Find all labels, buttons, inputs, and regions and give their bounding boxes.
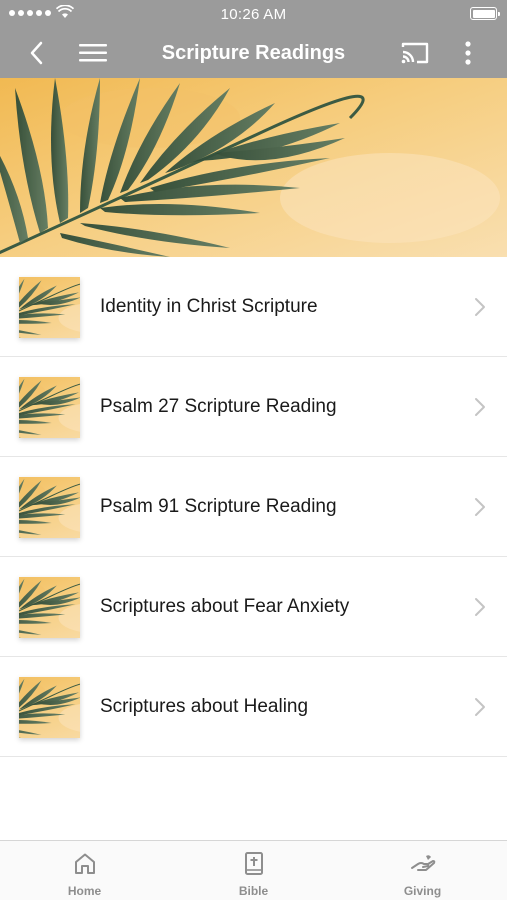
status-bar: 10:26 AM <box>0 0 507 28</box>
list-item-fear-anxiety[interactable]: Scriptures about Fear Anxiety <box>0 557 507 657</box>
list-item-label: Psalm 27 Scripture Reading <box>100 396 337 417</box>
chevron-right-icon <box>475 398 485 416</box>
tab-giving[interactable]: Giving <box>338 841 507 900</box>
cast-icon <box>401 42 429 64</box>
list-item-healing[interactable]: Scriptures about Healing <box>0 657 507 757</box>
nav-bar: Scripture Readings <box>0 28 507 78</box>
scripture-list: Identity in Christ Scripture Psalm 27 Sc… <box>0 257 507 757</box>
chevron-right-icon <box>475 498 485 516</box>
back-button[interactable] <box>22 28 52 78</box>
thumbnail-image <box>19 277 80 338</box>
battery-icon <box>470 7 500 20</box>
list-item-label: Identity in Christ Scripture <box>100 296 318 317</box>
tab-bible[interactable]: Bible <box>169 841 338 900</box>
page-title: Scripture Readings <box>161 42 346 64</box>
header-banner-image <box>0 78 507 257</box>
tab-home[interactable]: Home <box>0 841 169 900</box>
list-item-identity-in-christ[interactable]: Identity in Christ Scripture <box>0 257 507 357</box>
chevron-right-icon <box>475 298 485 316</box>
tab-bar: Home Bible Giving <box>0 840 507 900</box>
palm-leaf-image <box>0 78 507 257</box>
home-icon <box>74 853 95 874</box>
more-vertical-icon <box>465 41 471 65</box>
list-item-psalm-91[interactable]: Psalm 91 Scripture Reading <box>0 457 507 557</box>
tab-label: Home <box>67 884 102 898</box>
list-item-label: Scriptures about Fear Anxiety <box>100 596 350 617</box>
chevron-left-icon <box>30 41 43 65</box>
more-options-button[interactable] <box>456 28 480 78</box>
list-item-label: Scriptures about Healing <box>100 696 309 717</box>
chevron-right-icon <box>475 698 485 716</box>
bible-icon <box>244 852 263 875</box>
thumbnail-image <box>19 377 80 438</box>
thumbnail-image <box>19 577 80 638</box>
tab-label: Bible <box>238 884 269 898</box>
tab-label: Giving <box>403 884 442 898</box>
thumbnail-image <box>19 477 80 538</box>
chevron-right-icon <box>475 598 485 616</box>
thumbnail-image <box>19 677 80 738</box>
list-item-psalm-27[interactable]: Psalm 27 Scripture Reading <box>0 357 507 457</box>
list-item-label: Psalm 91 Scripture Reading <box>100 496 337 517</box>
status-time: 10:26 AM <box>220 6 287 23</box>
giving-hand-icon <box>410 855 435 871</box>
cast-button[interactable] <box>397 28 433 78</box>
